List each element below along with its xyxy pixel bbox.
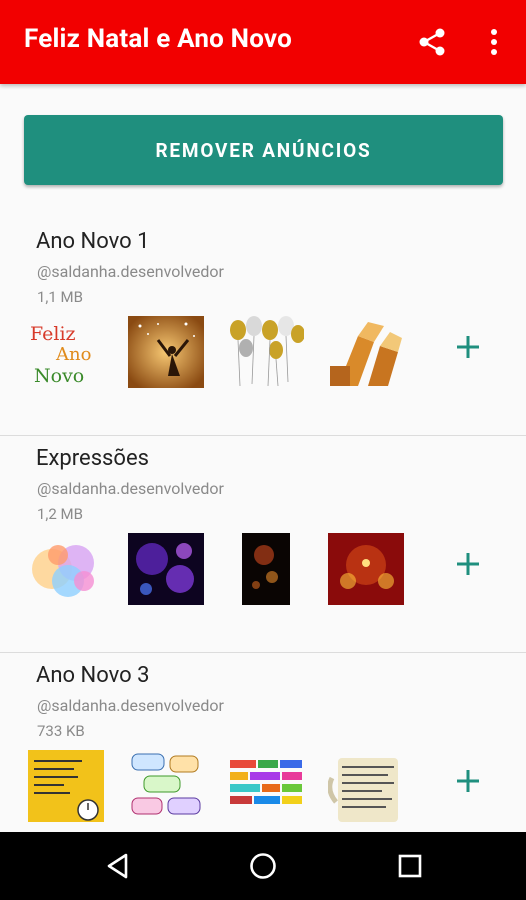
champagne-toast-sticker	[328, 316, 404, 388]
pack-size: 1,1 MB	[37, 288, 83, 306]
app-title: Feliz Natal e Ano Novo	[24, 24, 292, 54]
share-icon[interactable]	[416, 26, 448, 58]
add-pack-button[interactable]	[452, 331, 484, 363]
text-mug-sticker	[328, 750, 404, 822]
gold-balloons-sticker	[228, 316, 304, 388]
home-circle-icon[interactable]	[248, 851, 278, 881]
colorful-words-sticker	[228, 750, 304, 822]
add-pack-button[interactable]	[452, 765, 484, 797]
pack-size: 1,2 MB	[37, 505, 83, 523]
sticker-pack-ano-novo-1[interactable]: Ano Novo 1 @saldanha.desenvolvedor 1,1 M…	[0, 219, 526, 436]
more-vert-icon[interactable]	[484, 26, 504, 58]
pack-author: @saldanha.desenvolvedor	[37, 262, 224, 281]
add-pack-button[interactable]	[452, 548, 484, 580]
pack-name: Ano Novo 3	[36, 663, 150, 688]
pack-size: 733 KB	[37, 722, 85, 740]
celebrating-person-sticker	[128, 316, 204, 388]
content-area[interactable]: REMOVER ANÚNCIOS Ano Novo 1 @saldanha.de…	[0, 84, 526, 832]
pack-author: @saldanha.desenvolvedor	[37, 696, 224, 715]
remove-ads-button[interactable]: REMOVER ANÚNCIOS	[24, 115, 503, 185]
feliz-ano-novo-text-sticker: Feliz Ano Novo	[30, 323, 91, 387]
svg-text:Feliz: Feliz	[30, 323, 76, 345]
navigation-bar	[0, 832, 526, 900]
speech-bubbles-sticker	[128, 750, 204, 822]
pack-name: Expressões	[36, 446, 149, 471]
yellow-text-card-sticker	[28, 750, 104, 822]
recents-square-icon[interactable]	[397, 853, 423, 879]
pack-name: Ano Novo 1	[36, 229, 150, 254]
red-fireworks-sticker	[328, 533, 404, 605]
colorful-fireworks-sticker	[28, 533, 104, 605]
night-fireworks-sticker	[228, 533, 304, 605]
svg-text:Ano: Ano	[55, 344, 91, 365]
sticker-pack-ano-novo-3[interactable]: Ano Novo 3 @saldanha.desenvolvedor 733 K…	[0, 653, 526, 832]
pack-author: @saldanha.desenvolvedor	[37, 479, 224, 498]
back-triangle-icon[interactable]	[104, 852, 132, 880]
app-bar: Feliz Natal e Ano Novo	[0, 0, 526, 84]
purple-fireworks-sticker	[128, 533, 204, 605]
sticker-pack-expressoes[interactable]: Expressões @saldanha.desenvolvedor 1,2 M…	[0, 436, 526, 653]
svg-text:Novo: Novo	[34, 365, 84, 387]
